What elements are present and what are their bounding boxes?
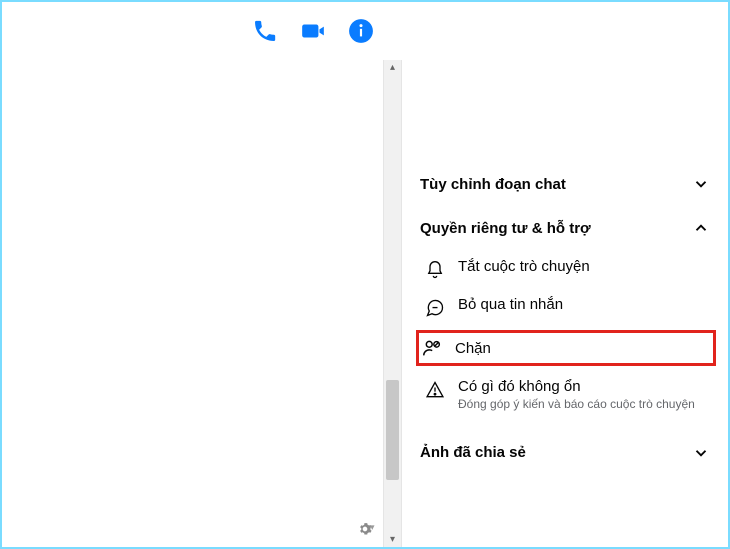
- warning-icon: [424, 378, 446, 400]
- chevron-down-icon: [692, 444, 710, 462]
- section-label: Tùy chỉnh đoạn chat: [420, 176, 566, 193]
- chevron-down-icon: [692, 175, 710, 193]
- scroll-thumb[interactable]: [386, 380, 399, 480]
- gear-icon[interactable]: ▾: [358, 522, 375, 541]
- chat-minus-icon: [424, 296, 446, 318]
- item-label: Chặn: [455, 340, 491, 357]
- item-mute-conversation[interactable]: Tắt cuộc trò chuyện: [420, 250, 710, 288]
- item-label: Bỏ qua tin nhắn: [458, 296, 706, 313]
- chevron-up-icon: [692, 219, 710, 237]
- item-label: Có gì đó không ổn: [458, 378, 706, 395]
- section-label: Quyền riêng tư & hỗ trợ: [420, 220, 591, 237]
- details-pane: Tùy chỉnh đoạn chat Quyền riêng tư & hỗ …: [402, 2, 728, 547]
- section-customize-chat[interactable]: Tùy chỉnh đoạn chat: [420, 162, 710, 206]
- scrollbar[interactable]: ▴ ▾: [383, 60, 401, 547]
- info-icon[interactable]: [348, 18, 374, 44]
- person-block-icon: [421, 337, 443, 359]
- item-sublabel: Đóng góp ý kiến và báo cáo cuộc trò chuy…: [458, 397, 706, 413]
- item-ignore-messages[interactable]: Bỏ qua tin nhắn: [420, 288, 710, 326]
- chat-pane: ▴ ▾ ▾: [2, 2, 402, 547]
- chat-header: [2, 2, 402, 60]
- item-something-wrong[interactable]: Có gì đó không ổn Đóng góp ý kiến và báo…: [420, 370, 710, 421]
- scroll-down-icon[interactable]: ▾: [384, 534, 401, 545]
- chat-scroll-area: ▴ ▾: [2, 60, 402, 547]
- section-shared-photos[interactable]: Ảnh đã chia sẻ: [420, 431, 710, 475]
- section-privacy-support[interactable]: Quyền riêng tư & hỗ trợ: [420, 206, 710, 250]
- scroll-up-icon[interactable]: ▴: [384, 62, 401, 73]
- video-icon[interactable]: [300, 18, 326, 44]
- bell-icon: [424, 258, 446, 280]
- item-block[interactable]: Chặn: [416, 330, 716, 366]
- item-label: Tắt cuộc trò chuyện: [458, 258, 706, 275]
- phone-icon[interactable]: [252, 18, 278, 44]
- section-label: Ảnh đã chia sẻ: [420, 444, 526, 461]
